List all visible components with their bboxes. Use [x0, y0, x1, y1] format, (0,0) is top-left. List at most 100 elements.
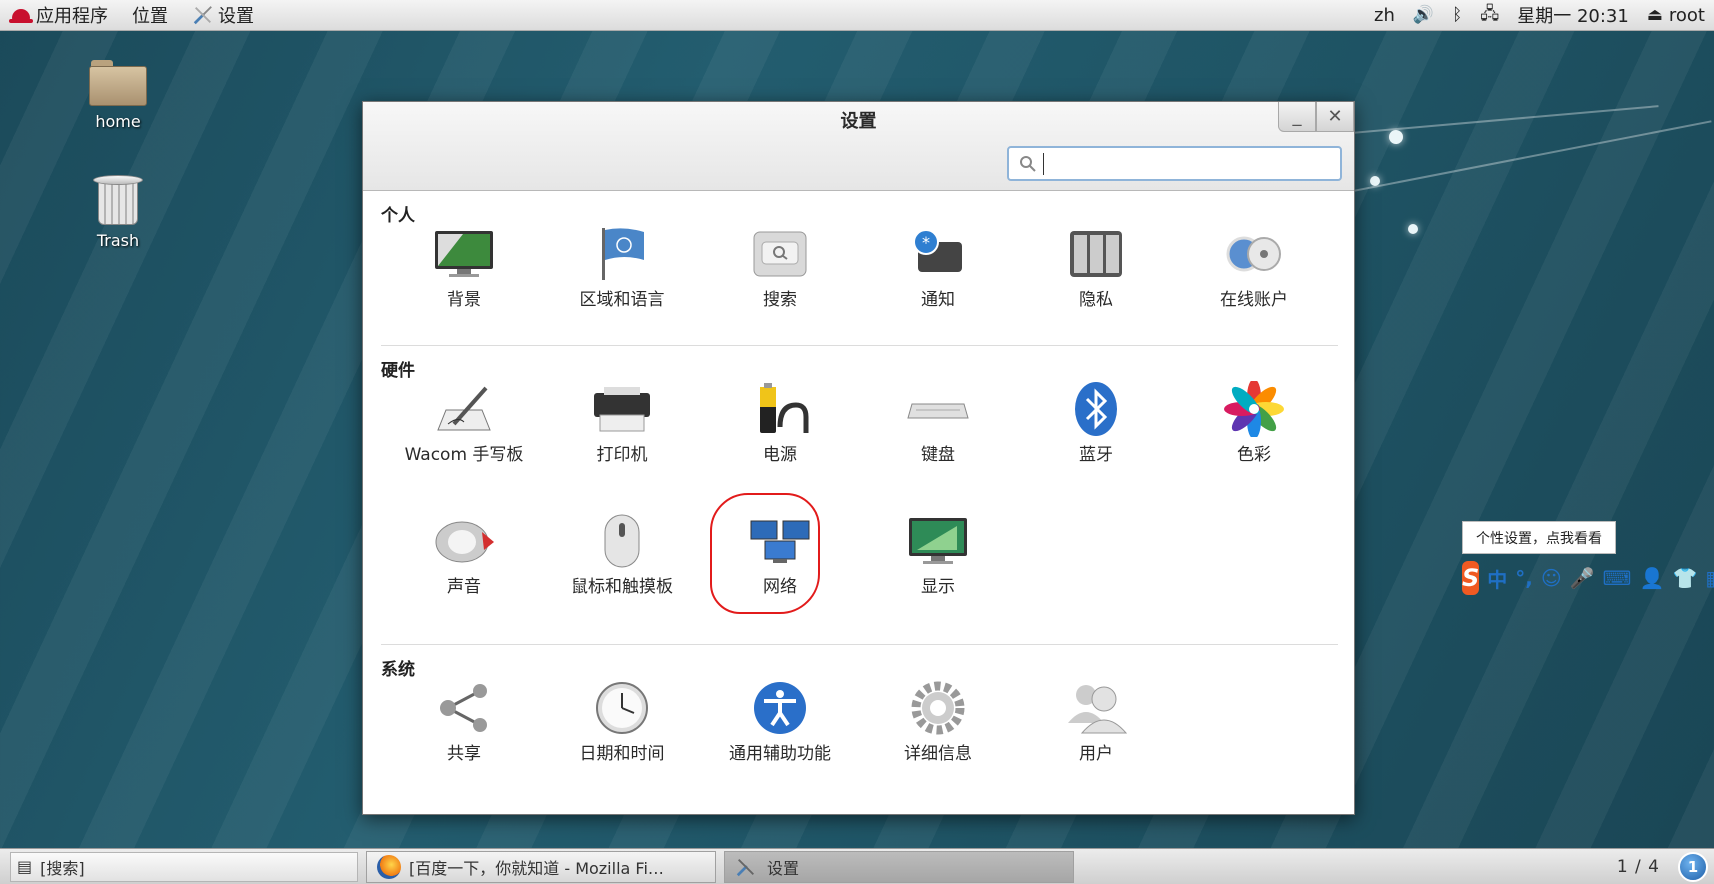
combination-lock-icon [1070, 231, 1122, 277]
panel-keyboard[interactable]: 键盘 [859, 380, 1017, 512]
language-label: zh [1374, 4, 1395, 26]
panel-label: 用户 [1079, 744, 1113, 764]
decorative-dot [1370, 176, 1380, 186]
desktop-home[interactable]: home [73, 60, 163, 131]
active-app-menu[interactable]: 设置 [180, 0, 266, 30]
places-label: 位置 [132, 6, 168, 27]
places-menu[interactable]: 位置 [120, 0, 180, 30]
taskbar-search[interactable]: ▤ [搜索] [10, 851, 358, 882]
desktop-trash[interactable]: Trash [73, 175, 163, 250]
microphone-icon[interactable]: 🎤 [1570, 566, 1595, 590]
sogou-logo-icon[interactable]: S [1462, 561, 1480, 595]
panel-mouse-touchpad[interactable]: 鼠标和触摸板 [543, 512, 701, 644]
panel-label: 色彩 [1237, 445, 1271, 465]
panel-details[interactable]: 详细信息 [859, 679, 1017, 799]
keyboard-icon[interactable]: ⌨ [1603, 566, 1632, 590]
panel-sound[interactable]: 声音 [385, 512, 543, 644]
printer-icon [594, 387, 650, 432]
panel-label: 区域和语言 [579, 290, 665, 310]
taskbar-task-settings[interactable]: 设置 [724, 850, 1074, 883]
panel-label: 通知 [921, 290, 955, 310]
panel-label: 电源 [763, 445, 797, 465]
close-button[interactable]: ✕ [1316, 102, 1354, 132]
notification-badge[interactable]: 1 [1678, 851, 1708, 882]
ime-mode-toggle[interactable]: 中 [1487, 564, 1507, 593]
window-titlebar[interactable]: 设置 _ ✕ [363, 102, 1354, 191]
language-indicator[interactable]: zh [1365, 0, 1404, 30]
panel-universal-access[interactable]: 通用辅助功能 [701, 679, 859, 799]
section-title-personal: 个人 [381, 206, 415, 226]
panel-sharing[interactable]: 共享 [385, 679, 543, 799]
network-icon[interactable]: 🖧 [1471, 0, 1508, 30]
panel-label: 背景 [447, 290, 481, 310]
volume-icon[interactable]: 🔊 [1404, 0, 1443, 30]
trash-icon [93, 175, 143, 225]
panel-label: 隐私 [1079, 290, 1113, 310]
panel-label: 共享 [447, 744, 481, 764]
svg-text:*: * [922, 233, 930, 252]
panel-users[interactable]: 用户 [1017, 679, 1175, 799]
panel-label: 鼠标和触摸板 [571, 577, 673, 597]
panel-label: 详细信息 [904, 744, 972, 764]
user-icon[interactable]: 👤 [1640, 566, 1665, 590]
panel-display[interactable]: 显示 [859, 512, 1017, 644]
section-system: 系统 共享 日期和时间 通用辅助功能 详细信息 用户 [381, 645, 1338, 799]
section-title-hardware: 硬件 [381, 361, 415, 381]
window-title: 设置 [840, 111, 877, 132]
search-input[interactable] [1052, 154, 1340, 173]
panel-color[interactable]: 色彩 [1175, 380, 1333, 512]
ime-punctuation-toggle[interactable]: °, [1515, 566, 1533, 590]
ime-tooltip: 个性设置，点我看看 [1462, 521, 1616, 554]
mouse-icon [604, 514, 640, 568]
clock[interactable]: 星期一 20:31 [1508, 0, 1638, 30]
section-title-system: 系统 [381, 660, 415, 680]
workspace-pager[interactable]: 1 / 4 [1617, 857, 1660, 877]
grid-menu-icon[interactable]: ▦ [1705, 566, 1714, 590]
section-personal: 个人 背景 区域和语言 搜索 * 通知 隐私 在线账户 [381, 191, 1338, 346]
firefox-icon [377, 854, 401, 879]
panel-background[interactable]: 背景 [385, 225, 543, 345]
panel-label: 声音 [447, 577, 481, 597]
panel-label: 键盘 [921, 445, 955, 465]
decorative-dot [1389, 130, 1403, 144]
minimize-button[interactable]: _ [1278, 102, 1316, 132]
taskbar-task-firefox[interactable]: [百度一下，你就知道 - Mozilla Fi… [366, 850, 716, 883]
speaker-icon [435, 521, 494, 563]
applications-label: 应用程序 [36, 6, 108, 27]
task-label: 设置 [767, 858, 800, 878]
panel-online-accounts[interactable]: 在线账户 [1175, 225, 1333, 345]
accessibility-icon [754, 682, 806, 734]
tablet-pen-icon [437, 386, 491, 431]
panel-label: 通用辅助功能 [729, 744, 831, 764]
panel-search[interactable]: 搜索 [701, 225, 859, 345]
panel-bluetooth[interactable]: 蓝牙 [1017, 380, 1175, 512]
notification-icon: * [913, 229, 962, 272]
panel-label: 显示 [921, 577, 955, 597]
window-list-icon: ▤ [17, 857, 33, 876]
text-cursor [1043, 152, 1044, 175]
search-field[interactable] [1007, 146, 1342, 181]
panel-privacy[interactable]: 隐私 [1017, 225, 1175, 345]
gear-icon [911, 681, 965, 735]
user-menu[interactable]: ⏏ root [1638, 0, 1714, 30]
panel-region-language[interactable]: 区域和语言 [543, 225, 701, 345]
bluetooth-icon[interactable]: ᛒ [1443, 0, 1471, 30]
panel-label: Wacom 手写板 [404, 445, 524, 465]
emoji-icon[interactable]: ☺ [1541, 566, 1562, 590]
user-label: root [1668, 4, 1705, 26]
monitor-wallpaper-icon [435, 231, 493, 277]
panel-datetime[interactable]: 日期和时间 [543, 679, 701, 799]
panel-notifications[interactable]: * 通知 [859, 225, 1017, 345]
skin-icon[interactable]: 👕 [1672, 566, 1697, 590]
panel-printers[interactable]: 打印机 [543, 380, 701, 512]
battery-plug-icon [760, 383, 809, 433]
settings-window: 设置 _ ✕ 个人 背景 区域和语言 搜索 * 通知 隐私 在线账户 硬件 Wa… [362, 101, 1355, 815]
taskbar-search-label: [搜索] [40, 858, 85, 878]
keyboard-icon [907, 403, 969, 419]
ime-toolbar: S 中 °, ☺ 🎤 ⌨ 👤 👕 ▦ [1462, 561, 1714, 595]
redhat-icon [9, 9, 33, 23]
panel-wacom[interactable]: Wacom 手写板 [385, 380, 543, 512]
flag-icon [602, 228, 644, 280]
applications-menu[interactable]: 应用程序 [0, 0, 120, 30]
power-icon: ⏏ [1646, 5, 1663, 25]
